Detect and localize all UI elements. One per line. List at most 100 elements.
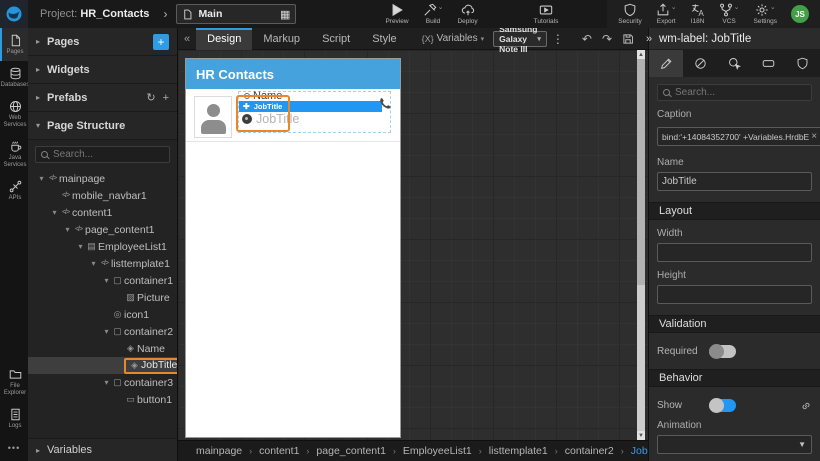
employee-list-item[interactable]: Name ✚ JobTitle JobTitle (186, 90, 400, 142)
tree-node-container1[interactable]: ▾ ▢ container1 (28, 272, 177, 289)
tree-node-employeelist1[interactable]: ▾ ▤ EmployeeList1 (28, 238, 177, 255)
collapse-right-panel-icon[interactable]: » (639, 33, 659, 45)
tab-style[interactable]: Style (361, 28, 407, 50)
canvas-vertical-scrollbar[interactable]: ▲ ▼ (637, 50, 645, 440)
topbar-security-button[interactable]: Security (618, 3, 642, 25)
rail-item-file-explorer[interactable]: File Explorer (0, 362, 28, 402)
tree-node-name[interactable]: ◈ Name (28, 340, 177, 357)
scroll-up-icon[interactable]: ▲ (637, 50, 645, 59)
properties-tab-properties[interactable] (649, 50, 684, 77)
tree-node-listtemplate1[interactable]: ▾ </> listtemplate1 (28, 255, 177, 272)
chevron-expanded-icon[interactable]: ▾ (50, 208, 59, 217)
breadcrumb-item-container2[interactable]: container2 (565, 445, 614, 457)
tree-node-mainpage[interactable]: ▾ </> mainpage (28, 170, 177, 187)
required-toggle[interactable] (709, 344, 736, 359)
grid-menu-icon[interactable]: ▦ (280, 8, 290, 21)
breadcrumb-item-employeelist1[interactable]: EmployeeList1 (403, 445, 472, 457)
variables-section[interactable]: ▸ Variables (28, 438, 177, 461)
show-toggle[interactable] (709, 398, 736, 413)
structure-search-input[interactable]: Search... (35, 146, 170, 163)
properties-tab-security[interactable] (786, 50, 820, 77)
phone-preview[interactable]: HR Contacts Name ✚ JobTitle JobTitle (185, 58, 401, 438)
name-input[interactable]: JobTitle (657, 172, 812, 191)
section-header-prefabs[interactable]: ▸ Prefabs ↻ + (28, 84, 177, 112)
properties-search-input[interactable]: Search... (657, 84, 812, 101)
section-header-page-structure[interactable]: ▾ Page Structure (28, 112, 177, 140)
tree-node-picture[interactable]: ▨ Picture (28, 289, 177, 306)
tab-markup[interactable]: Markup (252, 28, 311, 50)
page-switcher[interactable]: Main ▦ (176, 4, 297, 24)
clear-binding-icon[interactable]: × (811, 131, 817, 142)
tree-node-mobile_navbar1[interactable]: </> mobile_navbar1 (28, 187, 177, 204)
undo-icon[interactable]: ↶ (582, 32, 592, 46)
variables-dropdown[interactable]: {X} Variables ▾ (422, 33, 484, 44)
section-header-pages[interactable]: ▸ Pages + (28, 28, 177, 56)
tab-design[interactable]: Design (196, 27, 253, 50)
more-vertical-icon[interactable]: ⋮ (552, 32, 564, 46)
tree-node-content1[interactable]: ▾ </> content1 (28, 204, 177, 221)
rail-item-pages[interactable]: Pages (0, 28, 28, 61)
tab-script[interactable]: Script (311, 28, 361, 50)
collapse-left-panel-icon[interactable]: « (178, 33, 196, 45)
breadcrumb-item-page_content1[interactable]: page_content1 (316, 445, 385, 457)
tree-node-jobtitle[interactable]: ◈ JobTitle (28, 357, 177, 374)
chevron-right-icon: › (554, 446, 558, 456)
rail-item-logs[interactable]: Logs (0, 402, 28, 435)
breadcrumb-item-listtemplate1[interactable]: listtemplate1 (489, 445, 548, 457)
rail-item-web-services[interactable]: Web Services (0, 94, 28, 134)
animation-select[interactable]: ▼ (657, 435, 812, 454)
rail-item-apis[interactable]: APIs (0, 174, 28, 207)
tree-node-page_content1[interactable]: ▾ </> page_content1 (28, 221, 177, 238)
tree-node-button1[interactable]: ▭ button1 (28, 391, 177, 408)
mobile-navbar[interactable]: HR Contacts (186, 59, 400, 89)
topbar-tutorials-button[interactable]: Tutorials (534, 3, 558, 25)
scroll-down-icon[interactable]: ▼ (637, 431, 645, 440)
breadcrumb-item-content1[interactable]: content1 (259, 445, 299, 457)
properties-tab-styles[interactable] (683, 50, 717, 77)
tree-node-container2[interactable]: ▾ ▢ container2 (28, 323, 177, 340)
rail-item-java-services[interactable]: Java Services (0, 134, 28, 174)
device-selector[interactable]: Samsung Galaxy Note III ▾ (493, 24, 547, 54)
height-input[interactable] (657, 285, 812, 304)
employee-picture[interactable] (194, 96, 232, 138)
width-input[interactable] (657, 243, 812, 262)
save-icon[interactable] (622, 33, 634, 45)
user-avatar[interactable]: JS (791, 5, 809, 23)
rail-item-databases[interactable]: Databases (0, 61, 29, 94)
chevron-expanded-icon[interactable]: ▾ (76, 242, 85, 251)
chevron-expanded-icon[interactable]: ▾ (102, 378, 111, 387)
layout-section-header[interactable]: Layout (649, 202, 820, 220)
topbar-deploy-button[interactable]: Deploy (457, 3, 478, 25)
bind-show-icon[interactable] (800, 400, 812, 412)
breadcrumb-item-mainpage[interactable]: mainpage (196, 445, 242, 457)
call-button[interactable] (378, 96, 393, 111)
chevron-expanded-icon[interactable]: ▾ (63, 225, 72, 234)
topbar-vcs-button[interactable]: ⌄ VCS (719, 3, 740, 25)
design-canvas[interactable]: HR Contacts Name ✚ JobTitle JobTitle ▲ ▼ (178, 50, 648, 440)
rail-more-button[interactable]: ••• (0, 435, 28, 461)
topbar-export-button[interactable]: ⌄ Export (656, 3, 677, 25)
chevron-expanded-icon[interactable]: ▾ (37, 174, 46, 183)
chevron-expanded-icon[interactable]: ▾ (102, 327, 111, 336)
topbar-settings-button[interactable]: ⌄ Settings (754, 3, 778, 25)
add-page-button[interactable]: + (153, 33, 169, 50)
wavemaker-logo-icon[interactable] (0, 0, 28, 28)
properties-tab-device[interactable] (752, 50, 786, 77)
section-header-widgets[interactable]: ▸ Widgets (28, 56, 177, 84)
chevron-expanded-icon[interactable]: ▾ (89, 259, 98, 268)
redo-icon[interactable]: ↷ (602, 32, 612, 46)
scrollbar-thumb[interactable] (637, 59, 645, 286)
topbar-preview-button[interactable]: Preview (385, 3, 409, 25)
properties-tab-inspect[interactable] (717, 50, 751, 77)
tree-node-icon1[interactable]: ◎ icon1 (28, 306, 177, 323)
caption-input[interactable]: bind:'+14084352700' +Variables.HrdbE × (657, 127, 820, 146)
chevron-expanded-icon[interactable]: ▾ (102, 276, 111, 285)
behavior-section-header[interactable]: Behavior (649, 369, 820, 387)
topbar-build-button[interactable]: ⌄ Build (423, 3, 443, 25)
topbar-i18n-button[interactable]: A I18N (691, 3, 705, 25)
refresh-icon[interactable]: ↻ (146, 91, 155, 104)
validation-section-header[interactable]: Validation (649, 315, 820, 333)
export-icon (656, 3, 670, 17)
tree-node-container3[interactable]: ▾ ▢ container3 (28, 374, 177, 391)
add-prefab-icon[interactable]: + (163, 92, 169, 104)
